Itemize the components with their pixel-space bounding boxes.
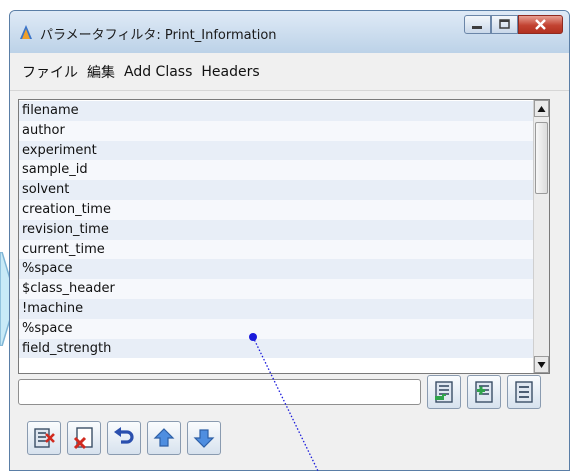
delete-item-icon <box>34 428 55 448</box>
list-item[interactable]: %space <box>19 259 535 280</box>
window-title: パラメータフィルタ: Print_Information <box>40 28 277 43</box>
insert-after-button[interactable] <box>427 375 461 409</box>
window-controls <box>464 15 563 34</box>
list-item[interactable]: %space <box>19 318 535 339</box>
scroll-up-button[interactable] <box>534 100 549 117</box>
list-item[interactable]: author <box>19 120 535 141</box>
scrollbar-thumb[interactable] <box>535 122 548 194</box>
parameter-listbox[interactable]: filename author experiment sample_id sol… <box>18 99 550 374</box>
list-item[interactable]: !machine <box>19 298 535 319</box>
move-down-icon <box>193 429 215 448</box>
scroll-down-arrow-icon <box>537 361 546 368</box>
parameter-name-input[interactable] <box>18 379 421 405</box>
move-up-icon <box>153 428 175 447</box>
parameter-filter-window: パラメータフィルタ: Print_Information ファイル 編集 Add… <box>9 10 570 471</box>
vertical-scrollbar[interactable] <box>533 100 549 373</box>
minimize-button[interactable] <box>464 15 491 34</box>
delete-item-button[interactable] <box>27 421 61 455</box>
parameter-list: filename author experiment sample_id sol… <box>19 101 535 359</box>
list-item[interactable]: filename <box>19 101 535 121</box>
list-item[interactable]: $class_header <box>19 279 535 299</box>
maximize-icon <box>499 19 510 29</box>
list-item[interactable]: experiment <box>19 140 535 161</box>
clear-button[interactable] <box>67 421 101 455</box>
window-content: filename author experiment sample_id sol… <box>10 91 569 470</box>
maximize-button[interactable] <box>491 15 518 34</box>
insert-after-icon <box>435 381 453 403</box>
close-icon <box>535 19 546 30</box>
menu-bar: ファイル 編集 Add Class Headers <box>10 53 569 91</box>
list-item[interactable]: sample_id <box>19 160 535 181</box>
app-flame-icon <box>20 25 32 39</box>
scroll-up-arrow-icon <box>537 105 546 112</box>
close-button[interactable] <box>518 15 563 34</box>
title-bar[interactable]: パラメータフィルタ: Print_Information <box>10 11 569 53</box>
list-item[interactable]: revision_time <box>19 219 535 240</box>
menu-add-class[interactable]: Add Class <box>124 62 192 82</box>
insert-before-icon <box>475 381 493 403</box>
menu-headers[interactable]: Headers <box>201 62 259 82</box>
list-item[interactable]: creation_time <box>19 199 535 220</box>
scroll-down-button[interactable] <box>534 356 549 373</box>
list-item[interactable]: field_strength <box>19 338 535 359</box>
undo-icon <box>114 427 134 444</box>
list-item[interactable]: current_time <box>19 239 535 260</box>
minimize-icon <box>472 26 482 29</box>
move-down-button[interactable] <box>187 421 221 455</box>
insert-before-button[interactable] <box>467 375 501 409</box>
list-lines-icon <box>515 381 533 403</box>
move-up-button[interactable] <box>147 421 181 455</box>
clear-icon <box>73 427 93 450</box>
menu-file[interactable]: ファイル <box>22 60 78 84</box>
undo-button[interactable] <box>107 421 141 455</box>
list-item[interactable]: solvent <box>19 180 535 200</box>
list-view-button[interactable] <box>507 375 541 409</box>
menu-edit[interactable]: 編集 <box>87 60 115 84</box>
